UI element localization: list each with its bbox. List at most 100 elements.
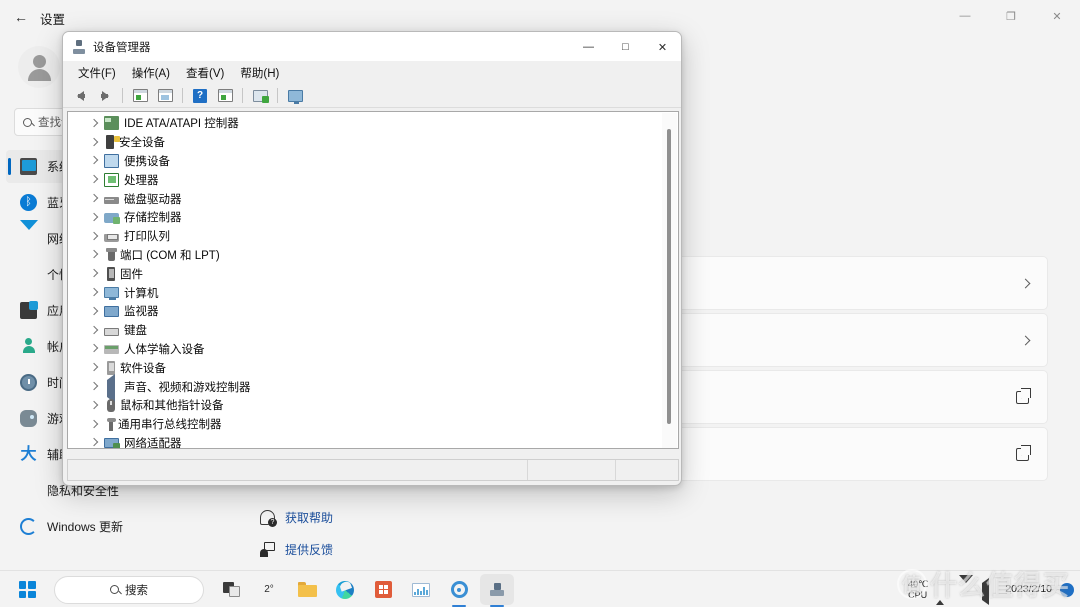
back-arrow-icon[interactable] xyxy=(69,86,91,106)
dm-minimize-button[interactable]: — xyxy=(570,32,607,62)
feedback-link[interactable]: 提供反馈 xyxy=(260,536,333,562)
chart-icon xyxy=(412,582,430,597)
enable-device-icon[interactable] xyxy=(284,86,306,106)
sidebar-item-windows-update[interactable]: Windows 更新 xyxy=(6,510,198,543)
settings-titlebar: ← 设置 — ❐ ✕ xyxy=(0,0,1080,32)
tree-item[interactable]: 网络适配器 xyxy=(68,434,678,448)
chevron-right-icon[interactable] xyxy=(88,155,99,166)
device-manager-toolbar: ? xyxy=(63,84,681,108)
menu-action[interactable]: 操作(A) xyxy=(125,63,177,83)
tree-item[interactable]: 固件 xyxy=(68,264,678,283)
chevron-right-icon[interactable] xyxy=(88,400,99,411)
chart-app-button[interactable] xyxy=(404,574,438,605)
get-help-link[interactable]: 获取帮助 xyxy=(260,504,333,530)
widgets-button[interactable]: 2° xyxy=(252,574,286,605)
tree-item[interactable]: 通用串行总线控制器 xyxy=(68,415,678,434)
chevron-right-icon[interactable] xyxy=(88,193,99,204)
chevron-right-icon[interactable] xyxy=(88,381,99,392)
show-hidden-icons-button[interactable] xyxy=(936,582,951,605)
tree-item[interactable]: 处理器 xyxy=(68,170,678,189)
tree-item[interactable]: IDE ATA/ATAPI 控制器 xyxy=(68,114,678,133)
tree-scrollbar[interactable] xyxy=(662,113,677,448)
back-button[interactable]: ← xyxy=(8,4,34,30)
chevron-right-icon[interactable] xyxy=(88,306,99,317)
tree-item-label: 声音、视频和游戏控制器 xyxy=(124,381,251,394)
tree-item[interactable]: 存储控制器 xyxy=(68,208,678,227)
chevron-right-icon[interactable] xyxy=(88,268,99,279)
settings-button[interactable] xyxy=(442,574,476,605)
menu-file[interactable]: 文件(F) xyxy=(71,63,123,83)
device-manager-menubar: 文件(F) 操作(A) 查看(V) 帮助(H) xyxy=(63,62,681,84)
chevron-right-icon[interactable] xyxy=(88,174,99,185)
task-view-button[interactable] xyxy=(214,574,248,605)
dm-maximize-button[interactable]: □ xyxy=(607,32,644,62)
avatar[interactable] xyxy=(18,46,60,88)
chevron-right-icon[interactable] xyxy=(88,287,99,298)
firmware-icon xyxy=(107,266,115,281)
menu-help[interactable]: 帮助(H) xyxy=(233,63,286,83)
start-button[interactable] xyxy=(10,574,44,605)
tree-item[interactable]: 声音、视频和游戏控制器 xyxy=(68,373,678,403)
search-box[interactable]: 搜索 xyxy=(54,575,204,604)
edge-icon xyxy=(336,580,354,599)
store-button[interactable] xyxy=(366,574,400,605)
tree-item[interactable]: 软件设备 xyxy=(68,358,678,377)
volume-icon[interactable] xyxy=(982,577,997,605)
menu-view[interactable]: 查看(V) xyxy=(179,63,231,83)
minimize-button[interactable]: — xyxy=(942,0,988,32)
tree-item-label: 存储控制器 xyxy=(124,212,182,225)
close-button[interactable]: ✕ xyxy=(1034,0,1080,32)
tree-scrollbar-thumb[interactable] xyxy=(667,129,671,424)
dm-close-button[interactable]: ✕ xyxy=(644,32,681,62)
forward-arrow-icon[interactable] xyxy=(94,86,116,106)
chevron-right-icon[interactable] xyxy=(88,362,99,373)
chevron-right-icon[interactable] xyxy=(88,249,99,260)
tree-item-label: 打印队列 xyxy=(124,231,170,244)
chevron-right-icon[interactable] xyxy=(88,325,99,336)
keyboard-icon xyxy=(104,327,119,336)
device-tree[interactable]: IDE ATA/ATAPI 控制器 安全设备 便携设备 处理器 磁盘驱动器 存储… xyxy=(67,111,679,449)
chevron-right-icon[interactable] xyxy=(88,343,99,354)
properties-icon[interactable] xyxy=(129,86,151,106)
network-icon[interactable] xyxy=(959,574,974,600)
tree-item[interactable]: 打印队列 xyxy=(68,227,678,246)
notifications-button[interactable] xyxy=(1060,582,1074,597)
tree-item-label: 便携设备 xyxy=(124,155,170,168)
portable-device-icon xyxy=(104,153,119,168)
clock[interactable]: 2023/2/10 xyxy=(1005,583,1052,596)
scan-hardware-icon[interactable] xyxy=(249,86,271,106)
windows-logo-icon xyxy=(18,581,36,598)
device-manager-window-controls: — □ ✕ xyxy=(570,32,681,62)
maximize-button[interactable]: ❐ xyxy=(988,0,1034,32)
edge-button[interactable] xyxy=(328,574,362,605)
tree-item[interactable]: 鼠标和其他指针设备 xyxy=(68,396,678,415)
tree-item[interactable]: 键盘 xyxy=(68,321,678,340)
chevron-right-icon[interactable] xyxy=(88,231,99,242)
accounts-icon xyxy=(20,338,37,355)
chevron-right-icon[interactable] xyxy=(88,212,99,223)
tree-item[interactable]: 磁盘驱动器 xyxy=(68,189,678,208)
tree-item[interactable]: 端口 (COM 和 LPT) xyxy=(68,246,678,265)
taskbar: 搜索 2° 40℃ CPU 2023/2/10 值 什么值得买 xyxy=(0,568,1080,607)
chevron-right-icon[interactable] xyxy=(88,118,99,129)
help-icon[interactable]: ? xyxy=(189,86,211,106)
tree-item[interactable]: 便携设备 xyxy=(68,152,678,171)
tree-item[interactable]: 安全设备 xyxy=(68,133,678,152)
chevron-right-icon[interactable] xyxy=(88,419,99,430)
chevron-right-icon[interactable] xyxy=(88,137,99,148)
file-explorer-button[interactable] xyxy=(290,574,324,605)
device-manager-button[interactable] xyxy=(480,574,514,605)
task-view-icon xyxy=(222,582,240,597)
tree-item[interactable]: 人体学输入设备 xyxy=(68,340,678,359)
cpu-temperature-widget[interactable]: 40℃ CPU xyxy=(908,579,928,601)
show-devices-icon[interactable] xyxy=(214,86,236,106)
feedback-label: 提供反馈 xyxy=(285,542,334,557)
device-manager-title: 设备管理器 xyxy=(93,41,151,54)
network-adapter-icon xyxy=(104,437,120,448)
device-manager-titlebar[interactable]: 设备管理器 — □ ✕ xyxy=(63,32,681,62)
chevron-right-icon[interactable] xyxy=(88,437,99,448)
cpu-temp-label: CPU xyxy=(908,589,928,600)
tree-item[interactable]: 监视器 xyxy=(68,302,678,321)
update-driver-icon[interactable] xyxy=(154,86,176,106)
tree-item[interactable]: 计算机 xyxy=(68,283,678,302)
